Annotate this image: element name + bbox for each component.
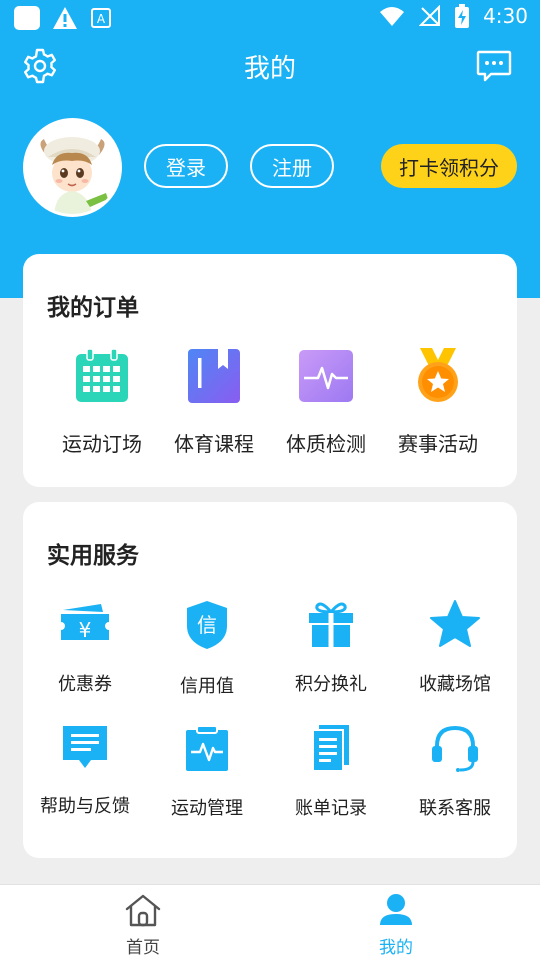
service-item-label: 优惠券 [58,674,112,695]
medal-icon [418,348,458,402]
status-bar: A 4:30 [0,0,540,36]
service-item-help-feedback[interactable]: 帮助与反馈 [23,724,147,818]
order-item-events[interactable]: 赛事活动 [376,348,500,457]
gift-icon [309,602,353,647]
service-item-favorite-venues[interactable]: 收藏场馆 [393,600,517,696]
service-item-label: 信用值 [180,676,234,697]
service-item-label: 联系客服 [419,798,491,819]
clipboard-pulse-icon [186,725,228,771]
service-item-billing-records[interactable]: 账单记录 [269,724,393,820]
login-button[interactable]: 登录 [144,144,228,188]
document-list-icon [312,725,349,772]
order-item-label: 运动订场 [62,432,142,456]
svg-text:¥: ¥ [79,618,92,642]
order-item-fitness-test[interactable]: 体质检测 [264,348,388,457]
service-item-points-gift[interactable]: 积分换礼 [269,600,393,696]
order-item-sports-course[interactable]: 体育课程 [152,348,276,457]
order-item-label: 体质检测 [286,432,366,456]
service-item-credit[interactable]: 信 信用值 [145,600,269,698]
utility-services-title: 实用服务 [47,543,139,569]
star-icon [430,600,480,647]
service-item-sports-management[interactable]: 运动管理 [145,724,269,820]
service-item-label: 帮助与反馈 [40,796,130,817]
order-item-label: 体育课程 [174,432,254,456]
nav-tab-label: 首页 [126,938,160,958]
utility-services-card: 实用服务 ¥ 优惠券 信 信用值 积分换礼 收藏场馆 帮助与反馈 运动管理 账单… [23,502,517,858]
order-item-label: 赛事活动 [398,432,478,456]
credit-glyph: 信 [197,613,217,637]
wifi-icon [380,7,405,26]
credit-shield-icon: 信 [187,601,227,649]
my-orders-title: 我的订单 [47,295,139,321]
user-profile-icon [380,894,412,925]
service-item-label: 账单记录 [295,798,367,819]
battery-charging-icon [455,4,470,28]
nav-tab-mine[interactable]: 我的 [336,893,456,958]
register-button[interactable]: 注册 [250,144,334,188]
nav-tab-home[interactable]: 首页 [83,893,203,958]
service-item-label: 收藏场馆 [419,674,491,695]
service-item-customer-service[interactable]: 联系客服 [393,724,517,820]
service-item-coupons[interactable]: ¥ 优惠券 [23,600,147,696]
headset-icon [432,725,478,772]
message-icon[interactable] [476,50,512,82]
coupon-ticket-icon: ¥ [61,604,109,642]
warning-icon [53,7,77,29]
no-signal-icon [419,5,441,26]
service-item-label: 运动管理 [171,798,243,819]
service-item-label: 积分换礼 [295,674,367,695]
bottom-navigation: 首页 我的 [0,884,540,960]
notification-app-icon [14,6,40,30]
avatar[interactable] [23,118,122,217]
page-title: 我的 [243,54,296,84]
clock-time: 4:30 [483,4,528,28]
nav-tab-label: 我的 [379,938,413,958]
svg-text:A: A [97,12,106,26]
mascot-avatar-image [26,121,119,214]
checkin-points-button[interactable]: 打卡领积分 [381,144,517,188]
calendar-icon [76,348,128,402]
my-orders-card: 我的订单 运动订场 体育课程 体质检测 赛事活动 [23,254,517,487]
order-item-venue-booking[interactable]: 运动订场 [40,348,164,457]
font-download-icon: A [91,8,111,28]
heartbeat-monitor-icon [299,350,353,402]
title-bar: 我的 [0,40,540,92]
bookmark-book-icon [188,349,240,403]
feedback-message-icon [63,726,107,768]
home-icon [125,894,161,927]
